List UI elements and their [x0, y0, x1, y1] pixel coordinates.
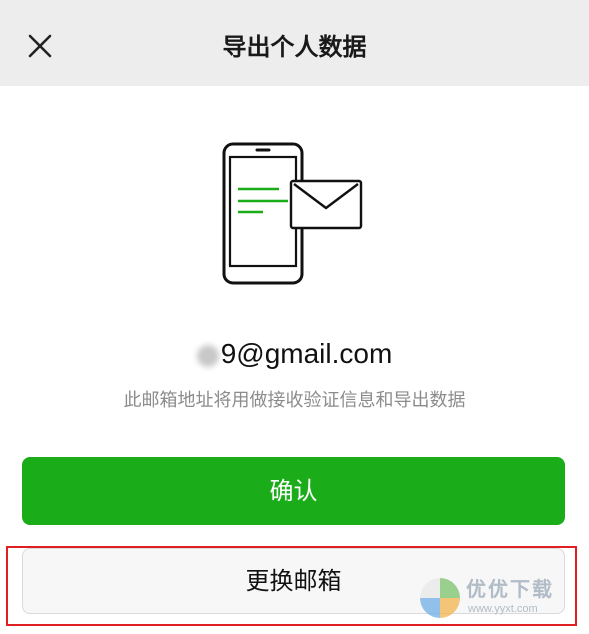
page-title: 导出个人数据 — [222, 33, 367, 61]
confirm-button[interactable]: 确认 — [22, 457, 565, 525]
phone-with-envelope-icon — [218, 138, 368, 288]
masked-email-prefix — [196, 344, 219, 367]
navigation-bar: 导出个人数据 — [0, 0, 589, 86]
email-address: 9@gmail.com — [0, 336, 589, 372]
change-email-button[interactable]: 更换邮箱 — [22, 548, 565, 614]
email-visible-part: 9@gmail.com — [220, 338, 393, 369]
email-hint-text: 此邮箱地址将用做接收验证信息和导出数据 — [123, 390, 466, 411]
